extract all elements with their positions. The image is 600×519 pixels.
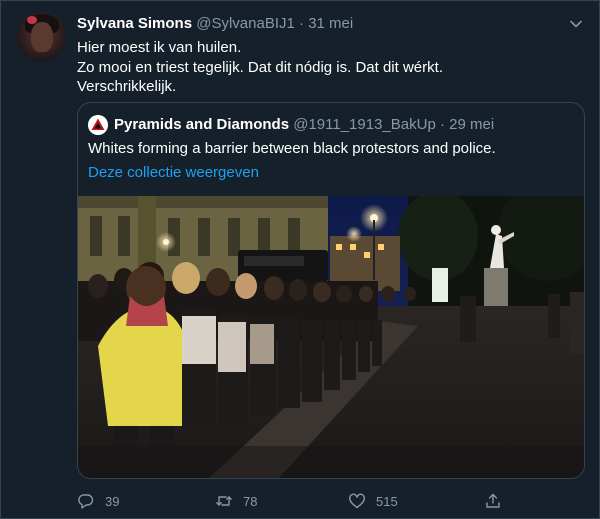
- tweet-text: Hier moest ik van huilen. Zo mooi en tri…: [77, 38, 577, 97]
- separator-dot: ·: [299, 15, 305, 32]
- tweet-text-line: Zo mooi en triest tegelijk. Dat dit nódi…: [77, 58, 443, 76]
- share-button[interactable]: [484, 487, 512, 515]
- like-button[interactable]: 515: [348, 487, 398, 515]
- chevron-down-icon[interactable]: [569, 17, 583, 31]
- quoted-author-avatar[interactable]: [88, 115, 108, 135]
- view-collection-link[interactable]: Deze collectie weergeven: [88, 163, 259, 183]
- quoted-text: Whites forming a barrier between black p…: [88, 140, 496, 157]
- tweet-card[interactable]: Sylvana Simons @SylvanaBIJ1 · 31 mei Hie…: [0, 0, 600, 519]
- tweet-text-line: Hier moest ik van huilen.: [77, 39, 242, 56]
- quoted-tweet[interactable]: Pyramids and Diamonds @1911_1913_BakUp ·…: [77, 102, 585, 479]
- tweet-actions: 39 78 515: [1, 487, 600, 515]
- share-icon: [486, 493, 500, 508]
- tweet-text-line: Verschrikkelijk.: [77, 78, 177, 95]
- separator-dot: ·: [439, 116, 445, 133]
- author-avatar[interactable]: [17, 12, 66, 61]
- retweet-icon: [216, 496, 232, 506]
- retweet-button[interactable]: 78: [215, 487, 257, 515]
- pyramid-logo-icon: [88, 115, 108, 135]
- author-handle[interactable]: @SylvanaBIJ1: [196, 15, 295, 32]
- quoted-header: Pyramids and Diamonds @1911_1913_BakUp ·…: [114, 115, 494, 134]
- tweet-header: Sylvana Simons @SylvanaBIJ1 · 31 mei: [77, 14, 353, 33]
- reply-count: 39: [105, 493, 120, 509]
- night-protest-photo-icon: [78, 196, 584, 478]
- quoted-date[interactable]: 29 mei: [449, 116, 494, 133]
- avatar-face: [31, 22, 53, 52]
- heart-icon: [349, 493, 365, 509]
- tweet-date[interactable]: 31 mei: [308, 15, 353, 32]
- retweet-count: 78: [243, 493, 258, 509]
- like-count: 515: [376, 493, 398, 509]
- author-name[interactable]: Sylvana Simons: [77, 15, 192, 32]
- protest-photo[interactable]: [78, 196, 584, 478]
- quoted-author-name[interactable]: Pyramids and Diamonds: [114, 116, 289, 133]
- quoted-author-handle[interactable]: @1911_1913_BakUp: [293, 116, 436, 133]
- reply-button[interactable]: 39: [77, 487, 119, 515]
- reply-icon: [78, 494, 94, 509]
